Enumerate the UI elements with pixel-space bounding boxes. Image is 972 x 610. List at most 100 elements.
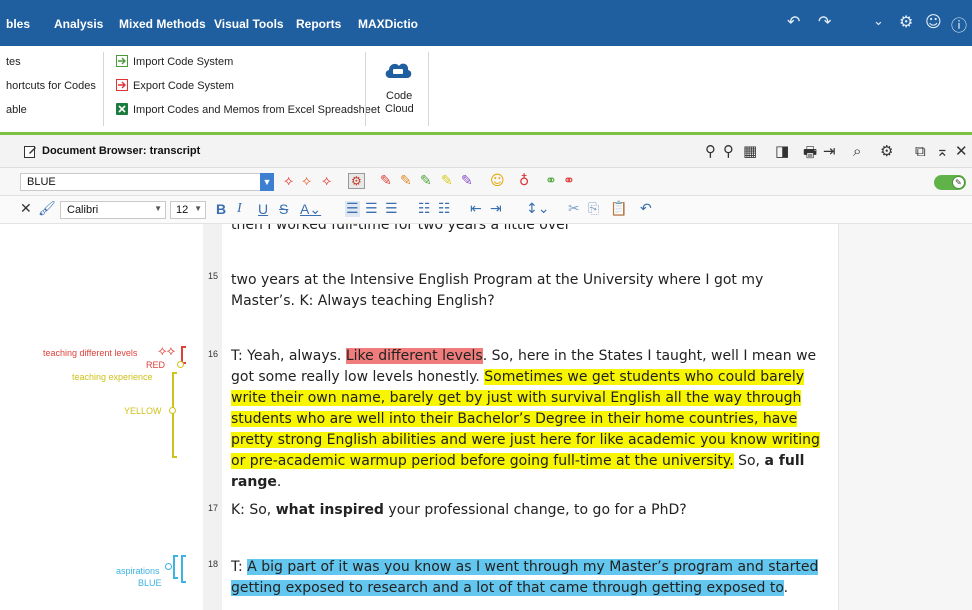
tab-reports[interactable]: Reports [296,17,341,31]
code-icon[interactable]: ⟡ [284,173,293,189]
code-stripe-label[interactable]: RED [146,360,165,370]
code-remove-icon[interactable]: ⟡ [322,173,331,189]
paste-icon[interactable]: 📋 [610,201,627,217]
tab-analysis[interactable]: Analysis [54,17,103,31]
highlighter-purple-icon[interactable]: ✎ [461,173,473,189]
font-select[interactable]: Calibri ▼ [60,201,166,219]
undo-icon[interactable]: ↶ [787,12,800,31]
paragraph-16[interactable]: T: Yeah, always. Like different levels. … [231,346,831,493]
chevron-down-icon: ▼ [154,204,162,213]
align-center-icon[interactable]: ☰ [365,201,378,217]
code-stripe-handle[interactable] [165,563,172,570]
zoom-in-icon[interactable]: ⚲ [723,142,734,160]
help-icon[interactable]: ⓘ [951,12,967,36]
coded-segment-red[interactable]: Like different levels [345,348,483,364]
smiley-icon[interactable]: ☺ [925,12,942,31]
pin-icon[interactable]: ♁ [519,173,529,189]
unlink-icon[interactable]: ⚭ [563,173,575,189]
highlighter-orange-icon[interactable]: ✎ [400,173,412,189]
document-browser-title: Document Browser: transcript [42,145,201,157]
align-left-icon[interactable]: ☰ [345,201,360,217]
code-symbol-icon: ⟡⟡ [158,344,176,359]
outdent-icon[interactable]: ⇤ [470,201,482,217]
copy-icon[interactable]: ⎘ [588,201,599,217]
chevron-down-icon[interactable]: ⌄ [873,14,884,29]
undock-icon[interactable]: ⧉ [915,142,926,160]
ribbon-item-shortcuts[interactable]: hortcuts for Codes [6,80,96,92]
code-stripe-blue[interactable] [181,555,186,583]
undo-icon[interactable]: ↶ [640,201,652,217]
code-cloud-button[interactable]: Code Cloud [375,52,421,126]
tab-tables[interactable]: bles [6,17,30,31]
text-segment: So, [733,453,765,469]
code-stripe-yellow[interactable] [172,372,177,458]
tab-maxdictio[interactable]: MAXDictio [358,17,418,31]
ribbon-item-notes[interactable]: tes [6,56,21,68]
highlighter-yellow-icon[interactable]: ✎ [441,173,453,189]
emoticode-icon[interactable]: ☺ [490,173,505,189]
font-color-icon[interactable]: A⌄ [300,201,321,218]
strikethrough-icon[interactable]: S [279,201,288,217]
zoom-out-icon[interactable]: ⚲ [705,142,716,160]
paragraph-number: 15 [208,271,219,281]
paragraph-18[interactable]: T: A big part of it was you know as I we… [231,557,831,599]
settings-icon[interactable]: ⚙ [880,142,893,160]
paragraph-17[interactable]: K: So, what inspired your professional c… [231,500,831,521]
font-size-select[interactable]: 12 ▼ [170,201,206,219]
print-icon[interactable]: 🖶 [803,142,817,167]
search-icon[interactable]: ⌕ [853,142,861,160]
highlighter-green-icon[interactable]: ✎ [420,173,432,189]
export-code-system-button[interactable]: Export Code System [116,79,234,92]
brush-icon[interactable]: 🖌 [38,201,56,217]
coded-segment-blue[interactable]: A big part of it was you know as I went … [231,559,819,596]
export-icon [116,79,128,91]
code-in-vivo-icon[interactable]: ⚙ [348,173,365,189]
export-code-system-label: Export Code System [133,80,234,92]
paragraph-15[interactable]: two years at the Intensive English Progr… [231,270,831,312]
close-icon[interactable]: ✕ [20,201,32,217]
gear-icon[interactable]: ⚙ [899,12,913,31]
bold-icon[interactable]: B [216,201,226,217]
import-excel-button[interactable]: Import Codes and Memos from Excel Spread… [116,103,380,116]
ribbon-divider [103,52,104,126]
ribbon-item-table[interactable]: able [6,104,27,116]
italic-icon[interactable]: I [237,201,242,217]
close-icon[interactable]: ✕ [955,142,968,160]
line-spacing-icon[interactable]: ↕⌄ [526,201,549,217]
text-segment: T: [231,559,248,575]
code-stripe-label[interactable]: YELLOW [124,406,162,416]
document-browser-titlebar: Document Browser: transcript ⚲ ⚲ ▦ ◨ 🖶 ⇥… [0,135,972,168]
import-code-system-button[interactable]: Import Code System [116,55,233,68]
text-segment: K: So, [231,502,276,518]
underline-icon[interactable]: U [258,201,268,217]
link-icon[interactable]: ⚭ [545,173,557,189]
indent-icon[interactable]: ⇥ [490,201,502,217]
numbered-list-icon[interactable]: ☷ [438,201,451,217]
code-stripe-label[interactable]: aspirations [116,566,160,576]
panel-toggle-icon[interactable]: ◨ [775,142,789,160]
code-select-dropdown[interactable]: ▼ [260,173,274,191]
pencil-icon: ✎ [952,176,965,189]
highlighter-red-icon[interactable]: ✎ [380,173,392,189]
export-doc-icon[interactable]: ⇥ [823,142,836,160]
minimize-icon[interactable]: ⌅ [936,142,949,160]
code-stripe-label[interactable]: teaching experience [72,372,153,382]
tab-visual-tools[interactable]: Visual Tools [214,17,284,31]
code-stripe-handle[interactable] [169,407,176,414]
redo-icon[interactable]: ↷ [818,12,831,31]
code-select[interactable]: BLUE [20,173,274,191]
paragraph-partial[interactable]: then I worked full-time for two years a … [231,224,831,236]
code-new-icon[interactable]: ⟡ [302,173,311,189]
ribbon-divider [428,52,429,126]
align-right-icon[interactable]: ☰ [385,201,398,217]
code-stripe-label[interactable]: teaching different levels [43,348,137,358]
code-stripe-blue[interactable] [173,555,178,579]
cut-icon[interactable]: ✂ [568,201,580,217]
grid-view-icon[interactable]: ▦ [743,142,757,160]
code-stripe-handle[interactable] [177,361,184,368]
code-stripe-label[interactable]: BLUE [138,578,162,588]
tab-mixed-methods[interactable]: Mixed Methods [119,17,206,31]
edit-mode-toggle[interactable]: ✎ [934,175,966,190]
bulleted-list-icon[interactable]: ☷ [418,201,431,217]
document-edit-icon [24,146,36,158]
